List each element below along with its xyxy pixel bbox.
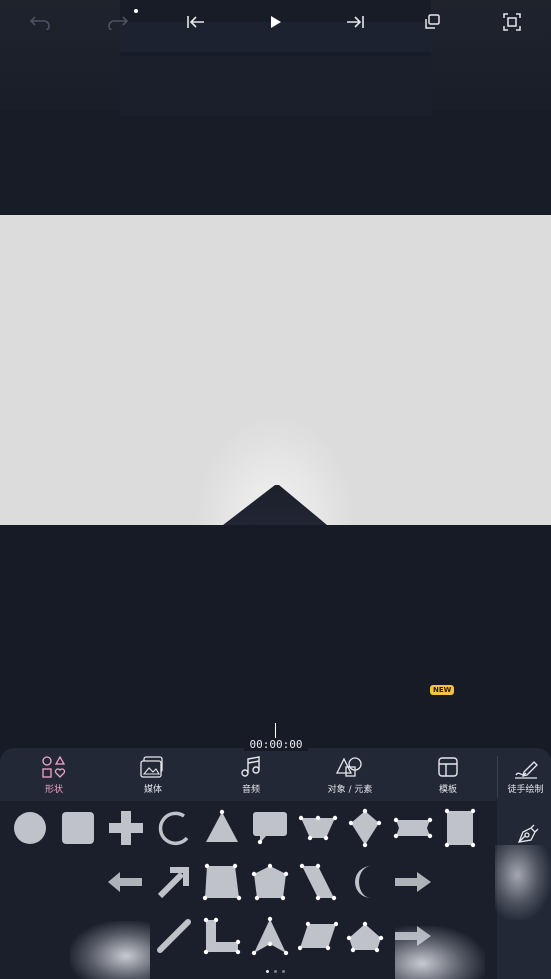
shape-parallelogram-2[interactable] — [298, 916, 338, 956]
page-indicator — [0, 970, 551, 976]
tab-label: 形状 — [44, 785, 63, 795]
skip-to-end-icon — [347, 16, 364, 28]
trapezoid-shape-icon — [202, 863, 242, 901]
top-shade-right — [431, 0, 551, 110]
shape-rectangle-pointed[interactable] — [393, 808, 433, 848]
shape-kite[interactable] — [345, 808, 385, 848]
shape-arrow-left[interactable] — [106, 862, 146, 902]
shape-square[interactable] — [58, 808, 98, 848]
line-shape-icon — [157, 919, 191, 953]
tab-label: 音频 — [241, 785, 260, 795]
shapes-icon — [42, 755, 66, 778]
shape-trapezoid[interactable] — [202, 862, 242, 902]
tab-audio[interactable]: 音频 — [206, 754, 296, 800]
media-icon — [140, 756, 163, 778]
playhead-line[interactable] — [275, 723, 276, 739]
undo-button[interactable] — [27, 10, 53, 34]
top-band-lower — [120, 56, 432, 116]
music-note-icon — [241, 756, 260, 777]
shape-crescent[interactable] — [345, 862, 385, 902]
category-tabs: 形状 媒体 音频 对象 / 元素 模板 — [0, 748, 497, 801]
skip-to-end-button[interactable] — [342, 10, 368, 34]
shape-speech-bubble[interactable] — [250, 808, 290, 848]
shape-plus[interactable] — [106, 808, 146, 848]
shape-arrow-diagonal[interactable] — [154, 862, 194, 902]
speech-bubble-shape-icon — [253, 812, 287, 845]
tools-panel: 形状 媒体 音频 对象 / 元素 模板 徒手绘制 — [0, 748, 551, 979]
shape-parallelogram[interactable] — [298, 862, 338, 902]
tab-shapes[interactable]: 形状 — [9, 754, 99, 800]
crescent-shape-icon — [355, 866, 371, 898]
plus-shape-icon — [109, 811, 143, 845]
house-pentagon-shape-icon — [251, 863, 289, 901]
square-shape-icon — [62, 812, 94, 844]
page-dot — [274, 970, 277, 973]
layers-icon — [425, 14, 440, 29]
shape-triangle[interactable] — [202, 808, 242, 848]
shape-pentagon[interactable] — [345, 916, 385, 956]
rectangle-pointed-shape-icon — [393, 817, 433, 839]
shape-arc[interactable] — [154, 808, 194, 848]
pen-tool-button[interactable] — [500, 822, 551, 846]
tab-label: 媒体 — [143, 785, 162, 795]
shape-line[interactable] — [154, 916, 194, 956]
arc-shape-icon — [158, 811, 189, 846]
shape-l-shape[interactable] — [202, 916, 242, 956]
shape-arrow-right[interactable] — [393, 862, 433, 902]
pen-tool-icon — [517, 824, 538, 843]
fullscreen-icon — [503, 13, 521, 31]
arrow-left-shape-icon — [108, 872, 142, 892]
redo-arrow-icon — [108, 16, 129, 30]
shape-house-pentagon[interactable] — [250, 862, 290, 902]
layers-button[interactable] — [420, 10, 446, 34]
redo-button[interactable] — [105, 10, 131, 34]
parallelogram-2-shape-icon — [298, 921, 338, 951]
arrow-right-shape-icon — [395, 872, 431, 892]
side-panel-fade — [495, 845, 551, 920]
canvas-triangle-shape[interactable] — [205, 485, 345, 525]
objects-icon — [336, 757, 362, 777]
circle-shape-icon — [14, 812, 46, 844]
tab-templates[interactable]: 模板 — [403, 754, 493, 800]
skip-to-start-button[interactable] — [183, 10, 209, 34]
timecode: 00:00:00 — [244, 738, 308, 751]
tab-label: 模板 — [438, 785, 457, 795]
tab-divider — [497, 756, 498, 798]
triangle-shape-icon — [206, 809, 238, 842]
skip-to-start-icon — [187, 16, 204, 28]
tab-objects[interactable]: 对象 / 元素 — [305, 754, 395, 800]
freehand-pen-icon — [514, 761, 538, 779]
template-icon — [438, 757, 458, 777]
arrow-diagonal-shape-icon — [157, 867, 189, 899]
parallelogram-shape-icon — [299, 863, 337, 901]
arrow-head-shape-icon — [251, 916, 289, 956]
tab-label: 对象 / 元素 — [327, 785, 373, 795]
shape-diamond-pentagon[interactable] — [298, 808, 338, 848]
kite-shape-icon — [348, 808, 382, 848]
rectangle-tall-shape-icon — [444, 808, 476, 848]
fullscreen-button[interactable] — [499, 10, 525, 34]
new-badge: NEW — [430, 685, 455, 695]
page-dot — [266, 970, 269, 973]
editing-canvas[interactable] — [0, 215, 551, 525]
freehand-label: 徒手绘制 — [507, 785, 544, 795]
shape-rectangle-tall[interactable] — [440, 808, 480, 848]
status-dot — [134, 9, 138, 13]
top-shade-left — [0, 0, 120, 110]
pentagon-shape-icon — [346, 921, 384, 953]
page-dot — [282, 970, 285, 973]
tab-media[interactable]: 媒体 — [108, 754, 198, 800]
diamond-pentagon-shape-icon — [298, 815, 338, 841]
shapes-grid — [0, 801, 497, 979]
shape-arrow-head[interactable] — [250, 916, 290, 956]
undo-arrow-icon — [29, 16, 50, 30]
play-icon — [271, 16, 281, 28]
shape-circle[interactable] — [10, 808, 50, 848]
freehand-draw-button[interactable]: 徒手绘制 — [500, 758, 551, 795]
play-button[interactable] — [263, 10, 289, 34]
l-shape-shape-icon — [203, 917, 241, 955]
app-window: NEW 形状 媒体 音频 对象 / 元素 模板 徒手绘制 00:00:00 — [0, 0, 551, 979]
